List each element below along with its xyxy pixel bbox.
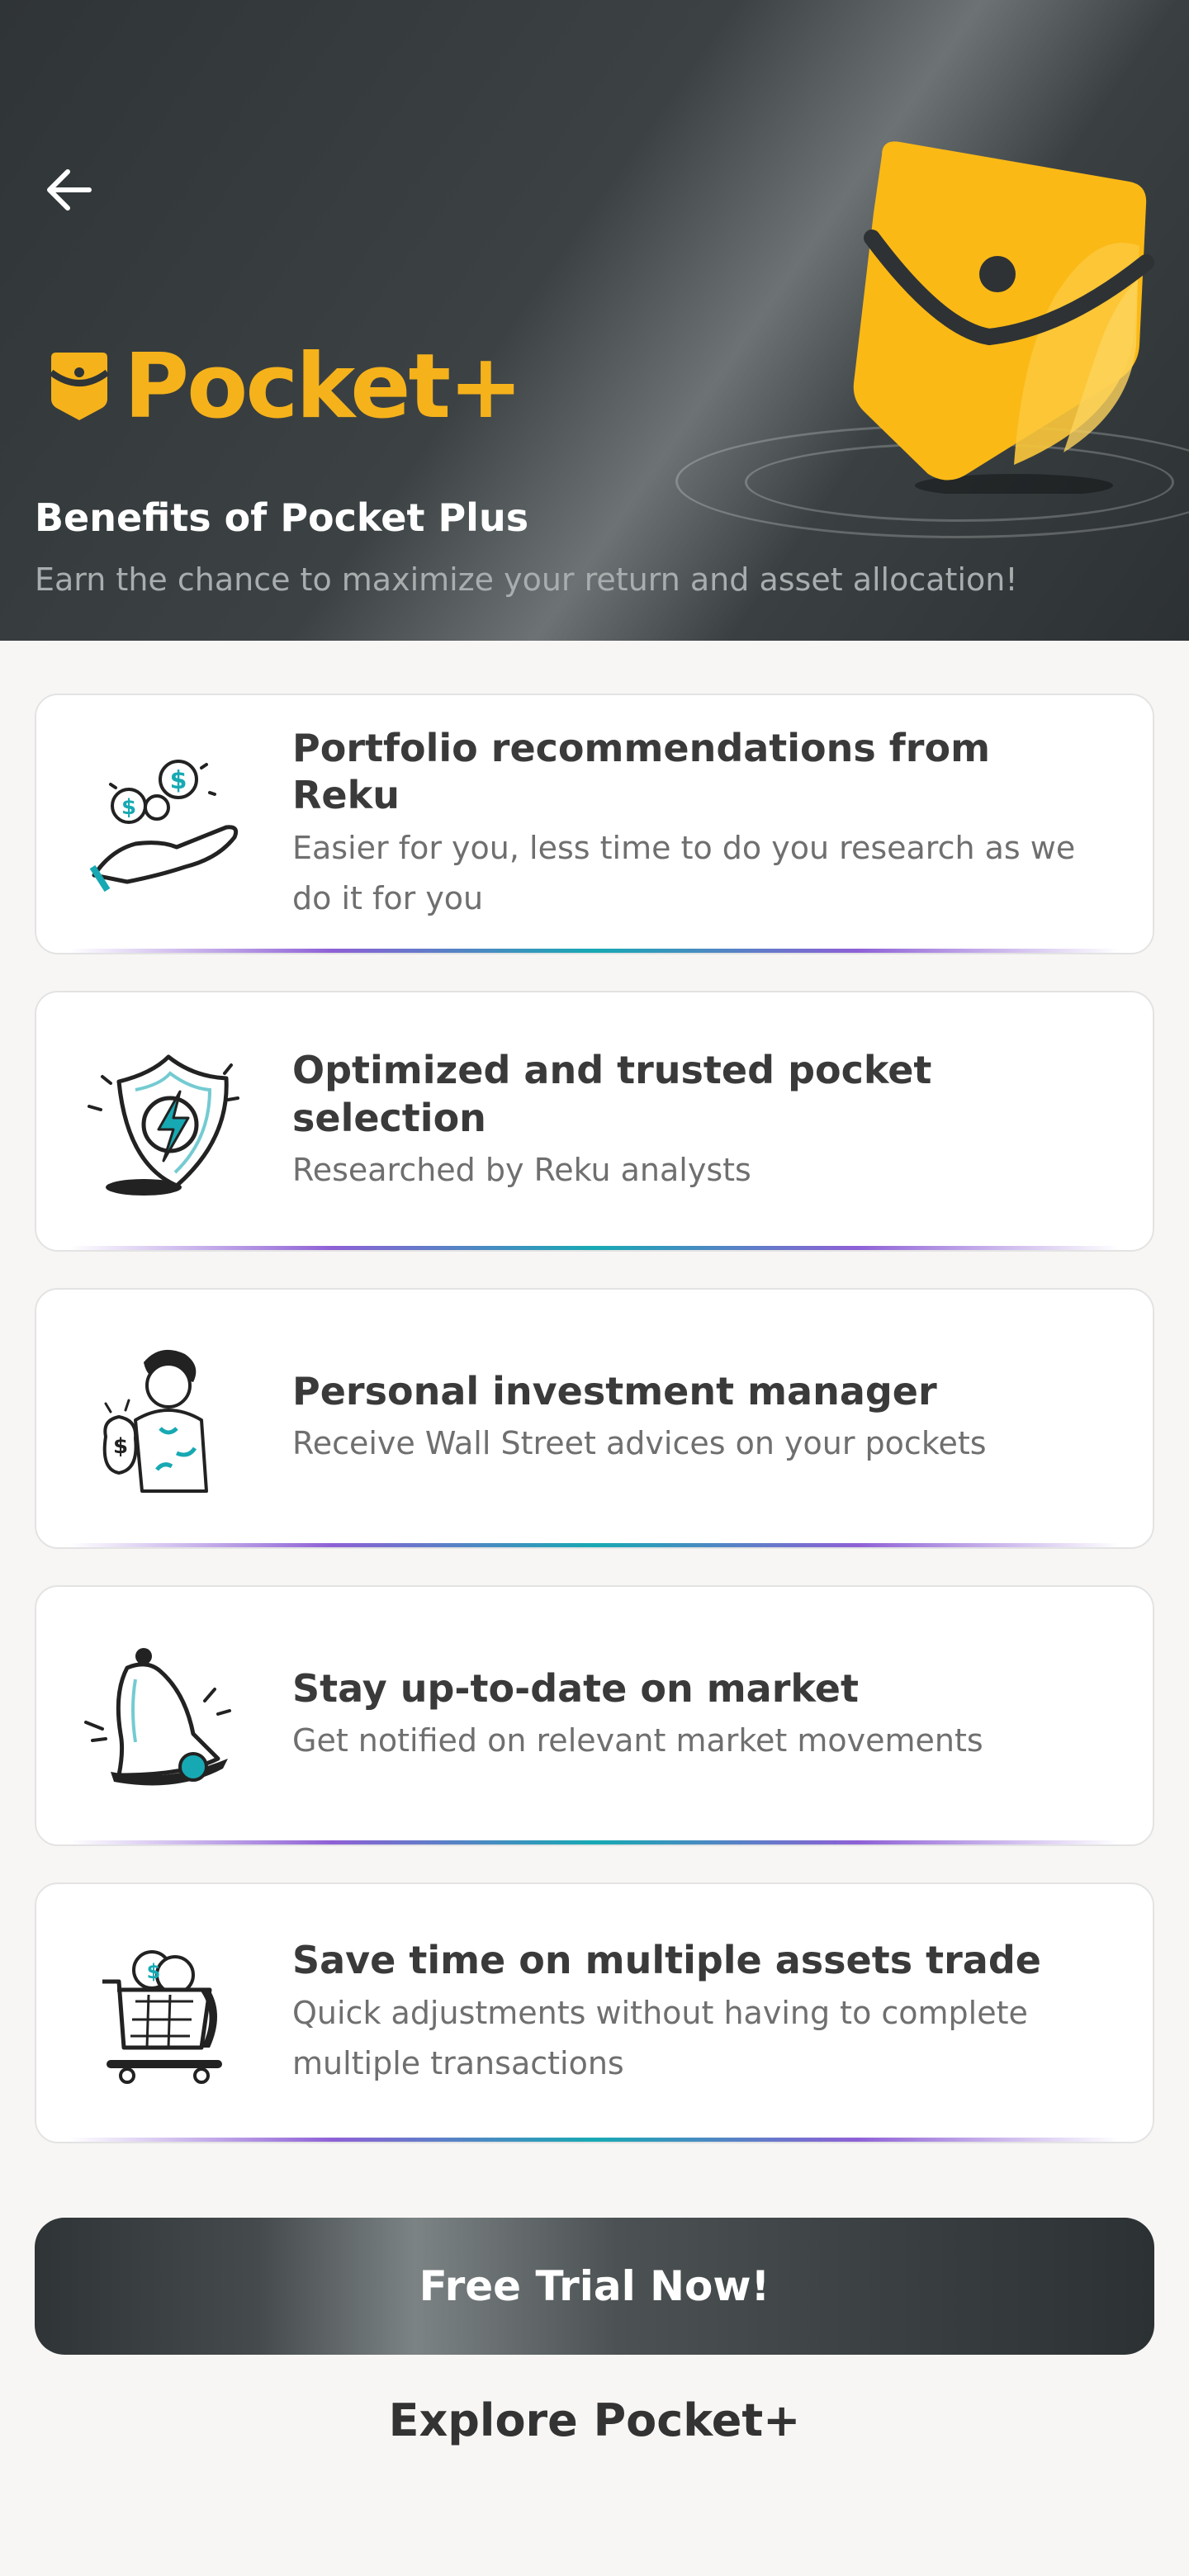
wallet-illustration-icon (853, 141, 1154, 494)
svg-text:$: $ (170, 766, 187, 795)
benefit-card: $ Save time on multiple assets trade Qui… (35, 1882, 1154, 2143)
shopping-cart-coins-icon: $ (102, 1950, 222, 2084)
page-title: Benefits of Pocket Plus (35, 495, 529, 540)
brand-name: Pocket+ (124, 335, 523, 438)
benefit-title: Personal investment manager (292, 1368, 937, 1413)
explore-pocket-link[interactable]: Explore Pocket+ (0, 2394, 1189, 2446)
coin-hand-icon: $ $ (89, 760, 239, 893)
back-button[interactable] (33, 154, 106, 226)
svg-text:$: $ (121, 795, 136, 820)
bell-icon (84, 1648, 231, 1786)
benefits-list: $ $ Portfolio recommendations from Reku … (35, 694, 1154, 2180)
benefit-description: Get notified on relevant market movement… (292, 1722, 983, 1759)
benefit-title: Stay up-to-date on market (292, 1665, 859, 1711)
brand-logo: Pocket+ (48, 334, 523, 441)
arrow-left-icon (47, 169, 92, 211)
benefit-description: Quick adjustments without having to comp… (292, 1994, 1028, 2081)
benefit-card: Stay up-to-date on market Get notified o… (35, 1585, 1154, 1846)
free-trial-button[interactable]: Free Trial Now! (35, 2218, 1154, 2355)
benefit-title: Portfolio recommendations from Reku (292, 725, 991, 818)
investment-manager-icon: $ (102, 1349, 208, 1493)
pocket-logo-icon (49, 353, 110, 420)
benefit-title: Optimized and trusted pocket selection (292, 1048, 932, 1140)
svg-text:$: $ (113, 1434, 128, 1459)
benefit-description: Easier for you, less time to do you rese… (292, 829, 1076, 916)
svg-text:$: $ (147, 1960, 161, 1983)
benefit-card: $ $ Portfolio recommendations from Reku … (35, 694, 1154, 954)
page-subtitle: Earn the chance to maximize your return … (35, 561, 1018, 598)
benefit-card: $ Personal investment manager Receive Wa… (35, 1288, 1154, 1549)
benefit-description: Researched by Reku analysts (292, 1152, 751, 1189)
benefit-title: Save time on multiple assets trade (292, 1938, 1041, 1983)
benefit-card: Optimized and trusted pocket selection R… (35, 991, 1154, 1252)
shield-lightning-icon (88, 1054, 239, 1196)
header-banner: Pocket+ Benefits of Pocket Plus Earn the… (0, 0, 1189, 641)
benefit-description: Receive Wall Street advices on your pock… (292, 1425, 987, 1462)
